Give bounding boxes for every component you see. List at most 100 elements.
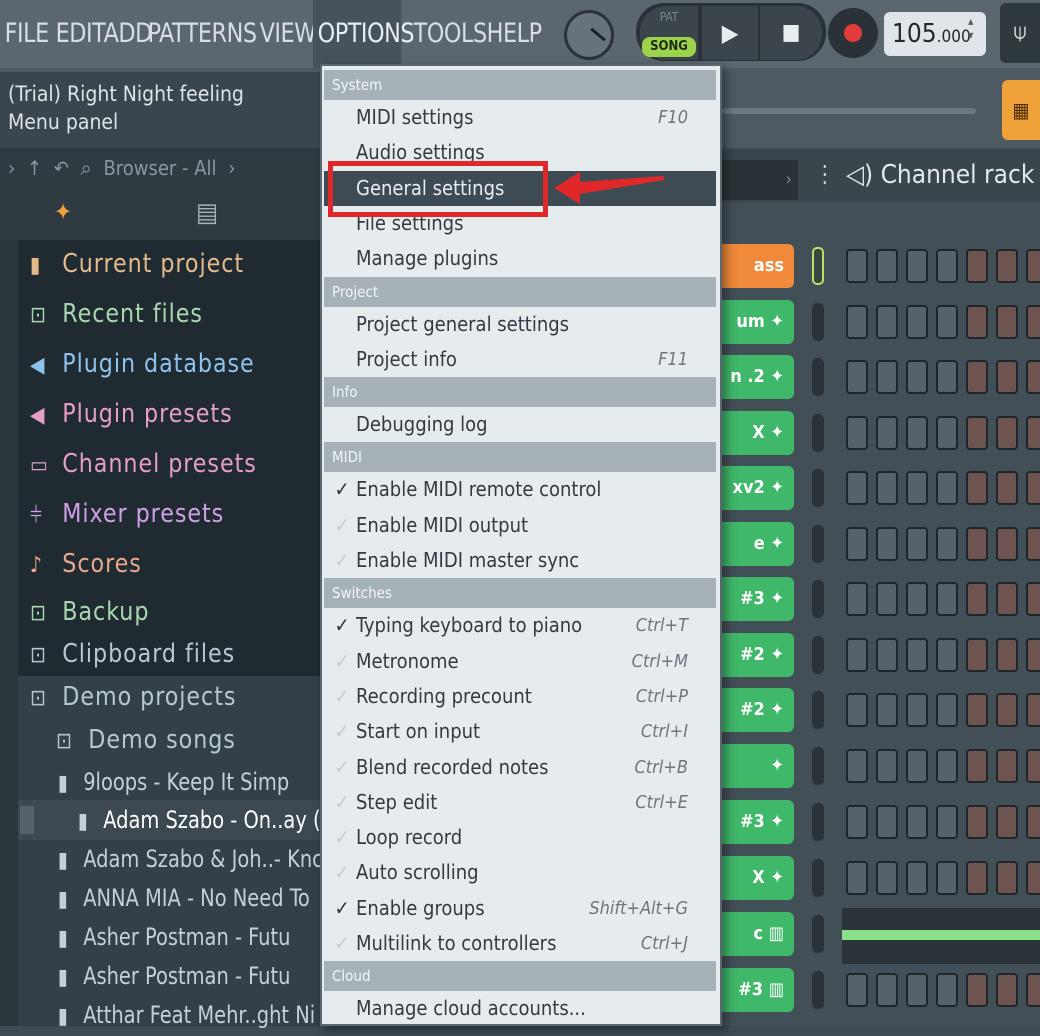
step-button[interactable] [876, 471, 898, 505]
step-button[interactable] [996, 973, 1018, 1007]
step-button[interactable] [1026, 861, 1040, 895]
channel-button[interactable]: um ✦ [722, 300, 794, 344]
channel-button[interactable]: #2 ✦ [722, 688, 794, 732]
step-button[interactable] [996, 749, 1018, 783]
step-button[interactable] [846, 693, 868, 727]
step-button[interactable] [846, 861, 868, 895]
step-button[interactable] [1026, 527, 1040, 561]
menu-item-start-on-input[interactable]: ✓ Start on input Ctrl+I [324, 714, 716, 749]
step-button[interactable] [966, 973, 988, 1007]
step-button[interactable] [906, 638, 928, 672]
record-button[interactable] [828, 8, 878, 58]
step-button[interactable] [996, 805, 1018, 839]
step-button[interactable] [936, 973, 958, 1007]
step-button[interactable] [876, 638, 898, 672]
menu-dots-icon[interactable]: ⋮ [814, 160, 836, 188]
step-button[interactable] [1026, 471, 1040, 505]
channel-select-led[interactable] [812, 971, 824, 1009]
menu-item-enable-groups[interactable]: ✓ Enable groups Shift+Alt+G [324, 891, 716, 926]
step-button[interactable] [906, 861, 928, 895]
channel-select-led[interactable] [812, 525, 824, 563]
channel-select-led[interactable] [812, 636, 824, 674]
step-button[interactable] [966, 582, 988, 616]
step-button[interactable] [846, 638, 868, 672]
step-button[interactable] [876, 360, 898, 394]
browser-file-item[interactable]: ▮ ANNA MIA - No Need To [58, 879, 310, 917]
step-button[interactable] [936, 638, 958, 672]
step-button[interactable] [936, 861, 958, 895]
channel-select-led[interactable] [812, 247, 824, 285]
step-button[interactable] [996, 861, 1018, 895]
browser-item-mixer-presets[interactable]: ⫩ Mixer presets [30, 492, 224, 536]
menu-help[interactable]: HELP [482, 0, 542, 68]
step-button[interactable] [906, 805, 928, 839]
play-button[interactable]: ▶ [702, 6, 758, 60]
channel-button[interactable]: ass FM [722, 244, 794, 320]
step-button[interactable] [996, 638, 1018, 672]
menu-options[interactable]: OPTIONS [313, 0, 415, 68]
step-button[interactable] [996, 471, 1018, 505]
step-button[interactable] [996, 249, 1018, 283]
channel-select-led[interactable] [812, 691, 824, 729]
step-button[interactable] [846, 305, 868, 339]
menu-item-step-edit[interactable]: ✓ Step edit Ctrl+E [324, 785, 716, 820]
channel-select-led[interactable] [812, 580, 824, 618]
menu-edit[interactable]: EDIT [51, 0, 106, 68]
step-button[interactable] [1026, 693, 1040, 727]
step-button[interactable] [846, 527, 868, 561]
menu-item-debugging-log[interactable]: Debugging log [324, 407, 716, 442]
channel-button[interactable]: X ✦ [722, 411, 794, 455]
metronome-icon[interactable]: ⍦ [1000, 3, 1040, 63]
menu-item-typing-keyboard-to-piano[interactable]: ✓ Typing keyboard to piano Ctrl+T [324, 608, 716, 643]
step-button[interactable] [996, 416, 1018, 450]
step-button[interactable] [906, 360, 928, 394]
step-button[interactable] [906, 527, 928, 561]
browser-item-scores[interactable]: ♪ Scores [30, 542, 142, 586]
step-button[interactable] [846, 471, 868, 505]
step-button[interactable] [906, 973, 928, 1007]
step-button[interactable] [876, 805, 898, 839]
step-button[interactable] [996, 360, 1018, 394]
browser-item-backup[interactable]: ⊡ Backup [30, 590, 149, 634]
menu-item-enable-midi-master-sync[interactable]: ✓ Enable MIDI master sync [324, 543, 716, 578]
menu-item-loop-record[interactable]: ✓ Loop record [324, 820, 716, 855]
channel-button[interactable]: xv2 ✦ [722, 466, 794, 510]
step-button[interactable] [936, 582, 958, 616]
step-button[interactable] [906, 582, 928, 616]
step-button[interactable] [966, 638, 988, 672]
step-button[interactable] [966, 861, 988, 895]
master-volume-knob[interactable] [564, 10, 614, 60]
browser-scrollbar[interactable] [0, 240, 18, 1026]
step-button[interactable] [936, 249, 958, 283]
step-button[interactable] [966, 693, 988, 727]
step-button[interactable] [966, 360, 988, 394]
browser-file-item[interactable]: ▮ Asher Postman - Futu [58, 918, 290, 956]
menu-item-project-general-settings[interactable]: Project general settings [324, 307, 716, 342]
channel-button[interactable]: #3 ▥ [722, 968, 794, 1012]
step-button[interactable] [936, 471, 958, 505]
browser-item-demo-songs[interactable]: ⊡ Demo songs [56, 718, 236, 762]
chevron-right-icon[interactable]: › [228, 156, 235, 180]
menu-item-enable-midi-output[interactable]: ✓ Enable MIDI output [324, 508, 716, 543]
step-button[interactable] [876, 416, 898, 450]
channel-select-led[interactable] [812, 303, 824, 341]
step-button[interactable] [846, 805, 868, 839]
step-button[interactable] [906, 416, 928, 450]
menu-item-manage-plugins[interactable]: Manage plugins [324, 241, 716, 276]
step-button[interactable] [1026, 249, 1040, 283]
menu-file[interactable]: FILE [0, 0, 50, 68]
menu-patterns[interactable]: PATTERNS [143, 0, 257, 68]
browser-file-item[interactable]: ▮ Adam Szabo & Joh..- Knc [58, 840, 323, 878]
menu-item-recording-precount[interactable]: ✓ Recording precount Ctrl+P [324, 679, 716, 714]
step-button[interactable] [936, 527, 958, 561]
browser-item-clipboard-files[interactable]: ⊡ Clipboard files [30, 632, 235, 676]
step-button[interactable] [936, 693, 958, 727]
channel-rack-pattern-selector[interactable]: › [722, 160, 798, 200]
step-button[interactable] [906, 749, 928, 783]
stop-button[interactable]: ■ [760, 6, 822, 60]
menu-item-blend-recorded-notes[interactable]: ✓ Blend recorded notes Ctrl+B [324, 750, 716, 785]
step-button[interactable] [876, 693, 898, 727]
tempo-spinner-icon[interactable]: ▴ ▾ [968, 14, 984, 54]
step-button[interactable] [966, 416, 988, 450]
browser-item-plugin-database[interactable]: ◀ Plugin database [30, 342, 255, 386]
